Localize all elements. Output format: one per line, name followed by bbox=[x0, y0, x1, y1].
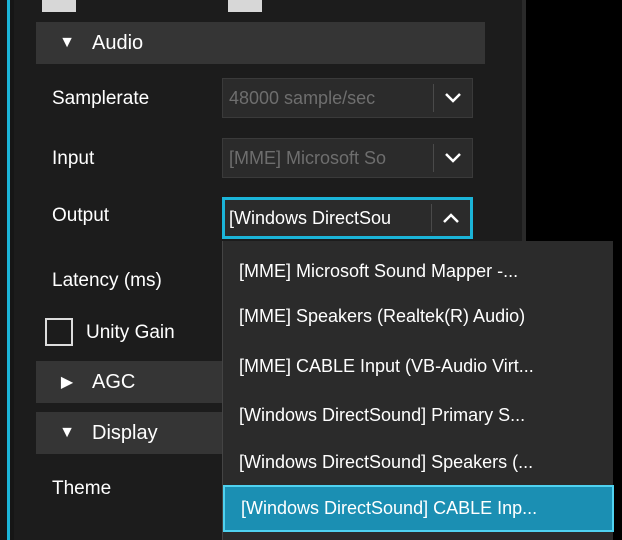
triangle-right-icon: ▶ bbox=[60, 374, 74, 391]
display-section-title: Display bbox=[92, 421, 158, 444]
chevron-up-icon[interactable] bbox=[432, 200, 470, 236]
samplerate-label: Samplerate bbox=[52, 88, 150, 109]
top-clipped-control-right bbox=[228, 0, 262, 12]
triangle-down-icon: ▼ bbox=[59, 424, 75, 441]
chevron-down-icon[interactable] bbox=[434, 79, 472, 117]
left-accent-line bbox=[7, 0, 10, 540]
chevron-down-icon[interactable] bbox=[434, 139, 472, 177]
unity-gain-label: Unity Gain bbox=[86, 322, 175, 343]
dropdown-option-selected[interactable]: [Windows DirectSound] CABLE Inp... bbox=[223, 485, 614, 532]
audio-section-header[interactable]: ▼ Audio bbox=[36, 22, 485, 64]
audio-section-title: Audio bbox=[92, 31, 144, 54]
input-value: [MME] Microsoft So bbox=[229, 147, 387, 168]
unity-gain-checkbox[interactable] bbox=[45, 318, 73, 346]
dropdown-option[interactable]: [Windows DirectSound] Speakers (... bbox=[223, 440, 614, 485]
samplerate-value: 48000 sample/sec bbox=[229, 87, 376, 108]
dropdown-option[interactable]: [MME] Microsoft Sound Mapper -... bbox=[223, 249, 614, 294]
output-select[interactable]: [Windows DirectSou bbox=[222, 197, 473, 239]
output-label: Output bbox=[52, 205, 110, 226]
output-dropdown-list[interactable]: [MME] Microsoft Sound Mapper -... [MME] … bbox=[222, 241, 614, 540]
dropdown-option[interactable]: [Windows DirectSound] Primary S... bbox=[223, 393, 614, 438]
input-select[interactable]: [MME] Microsoft So bbox=[222, 138, 473, 178]
samplerate-select[interactable]: 48000 sample/sec bbox=[222, 78, 473, 118]
top-clipped-control-left bbox=[42, 0, 76, 12]
dropdown-option[interactable]: [MME] CABLE Input (VB-Audio Virt... bbox=[223, 344, 614, 389]
input-label: Input bbox=[52, 148, 95, 169]
triangle-down-icon: ▼ bbox=[59, 34, 75, 51]
theme-label: Theme bbox=[52, 478, 112, 499]
latency-label: Latency (ms) bbox=[52, 270, 162, 291]
output-value: [Windows DirectSou bbox=[229, 207, 392, 228]
agc-section-title: AGC bbox=[92, 370, 136, 393]
dropdown-option[interactable]: [MME] Speakers (Realtek(R) Audio) bbox=[223, 294, 614, 339]
